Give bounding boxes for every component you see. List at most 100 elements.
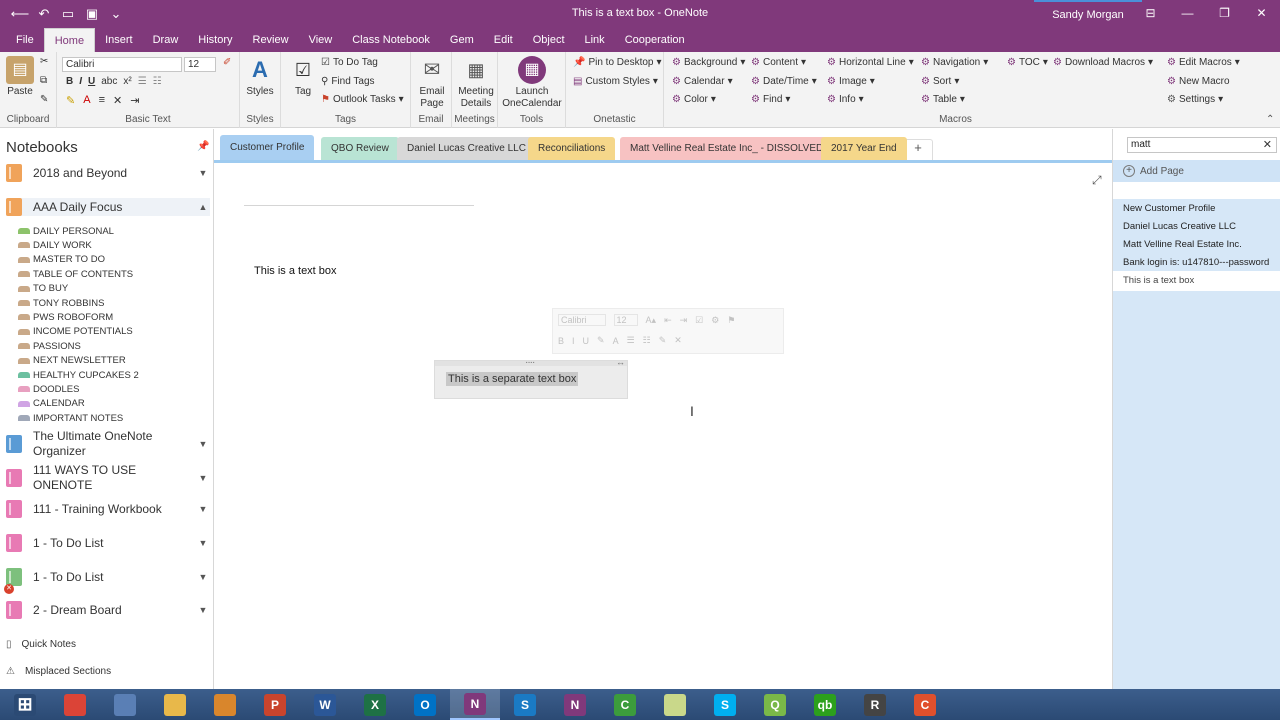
toc-macro-button[interactable]: ⚙ TOC ▾ <box>1007 57 1048 68</box>
taskbar-camtasia[interactable]: C <box>600 689 650 720</box>
format-painter-icon[interactable]: ✎ <box>659 335 667 346</box>
chevron-down-icon[interactable]: ▼ <box>196 504 210 514</box>
image-macro-button[interactable]: ⚙ Image ▾ <box>827 76 875 87</box>
page-canvas[interactable]: ⤢ This is a text box Calibri 12 A▴ ⇤ ⇥ ☑… <box>214 160 1112 689</box>
notebook-item[interactable]: 111 - Training Workbook ▼ <box>6 500 210 518</box>
paste-button[interactable]: ▤ Paste <box>6 56 34 98</box>
section-tab[interactable]: QBO Review <box>321 137 399 160</box>
find-macro-button[interactable]: ⚙ Find ▾ <box>751 94 790 105</box>
font-color-icon[interactable]: A <box>83 94 90 107</box>
chevron-up-icon[interactable]: ▲ <box>196 202 210 212</box>
section-tab[interactable]: Daniel Lucas Creative LLC <box>397 137 536 160</box>
table-macro-button[interactable]: ⚙ Table ▾ <box>921 94 965 105</box>
section-item[interactable]: DAILY WORK <box>18 238 92 252</box>
section-item[interactable]: INCOME POTENTIALS <box>18 325 133 339</box>
notebook-item[interactable]: 1 - To Do List ▼ <box>6 534 210 552</box>
taskbar-powerpoint[interactable]: P <box>250 689 300 720</box>
bold-icon[interactable]: B <box>66 76 73 87</box>
taskbar-start[interactable]: ⊞ <box>0 689 50 720</box>
expand-icon[interactable]: ⤢ <box>1092 173 1102 188</box>
section-item[interactable]: HEALTHY CUPCAKES 2 <box>18 368 139 382</box>
tab-draw[interactable]: Draw <box>143 28 189 52</box>
section-item[interactable]: IMPORTANT NOTES <box>18 411 123 425</box>
notebook-item[interactable]: The Ultimate OneNote Organizer ▼ <box>6 429 210 459</box>
taskbar-folder[interactable] <box>650 689 700 720</box>
format-painter-icon[interactable]: ✎ <box>40 94 48 105</box>
section-item[interactable]: NEXT NEWSLETTER <box>18 354 126 368</box>
collapse-ribbon-icon[interactable]: ⌃ <box>1266 114 1274 125</box>
taskbar-paint[interactable] <box>200 689 250 720</box>
taskbar-chrome[interactable] <box>50 689 100 720</box>
page-list-item[interactable]: Daniel Lucas Creative LLC <box>1113 217 1280 235</box>
add-page-button[interactable]: + Add Page <box>1113 160 1280 182</box>
checkbox-icon[interactable]: ☑ <box>695 315 703 326</box>
strikethrough-icon[interactable]: abc <box>101 76 117 87</box>
flag-icon[interactable]: ⚑ <box>727 315 735 326</box>
italic-icon[interactable]: I <box>572 336 575 346</box>
tab-review[interactable]: Review <box>243 28 299 52</box>
copy-icon[interactable]: ⧉ <box>40 75 47 86</box>
notebook-item[interactable]: 1 - To Do List ▼ <box>6 568 210 586</box>
taskbar-recorder[interactable]: R <box>850 689 900 720</box>
ribbon-display-options-icon[interactable]: ⊟ <box>1132 0 1169 26</box>
selected-text-box[interactable]: ···· ↔ This is a separate text box <box>434 357 628 399</box>
section-item[interactable]: TO BUY <box>18 282 68 296</box>
notebook-item[interactable]: 111 WAYS TO USE ONENOTE ▼ <box>6 463 210 493</box>
taskbar-file-explorer[interactable] <box>150 689 200 720</box>
notebook-item[interactable]: 2018 and Beyond ▼ <box>6 164 210 182</box>
find-tags-button[interactable]: ⚲ Find Tags <box>321 76 375 87</box>
section-tab[interactable]: 2017 Year End <box>821 137 907 160</box>
section-item[interactable]: DAILY PERSONAL <box>18 224 114 238</box>
bullets-icon[interactable]: ☰ <box>627 335 635 346</box>
to-do-tag-button[interactable]: ☑ To Do Tag <box>321 57 378 68</box>
selected-text[interactable]: This is a separate text box <box>446 372 579 386</box>
minimize-button[interactable]: — <box>1169 0 1206 26</box>
subscript-icon[interactable]: x² <box>123 76 131 87</box>
section-tab[interactable]: Matt Velline Real Estate Inc_ - DISSOLVE… <box>620 137 834 160</box>
sort-macro-button[interactable]: ⚙ Sort ▾ <box>921 76 959 87</box>
maximize-button[interactable]: ❐ <box>1206 0 1243 26</box>
taskbar-skype[interactable]: S <box>700 689 750 720</box>
email-page-button[interactable]: ✉ Email Page <box>418 56 446 110</box>
highlight-icon[interactable]: ✎ <box>597 335 605 346</box>
section-item[interactable]: PWS ROBOFORM <box>18 310 113 324</box>
settings-button[interactable]: ⚙ Settings ▾ <box>1167 94 1223 105</box>
indent-icon[interactable]: ⇥ <box>130 94 139 107</box>
tag-button[interactable]: ☑ Tag <box>289 56 317 98</box>
tab-class-notebook[interactable]: Class Notebook <box>342 28 440 52</box>
chevron-down-icon[interactable]: ▼ <box>196 538 210 548</box>
outlook-tasks-button[interactable]: ⚑ Outlook Tasks ▾ <box>321 94 404 105</box>
page-list-item[interactable]: Bank login is: u147810---password <box>1113 253 1280 271</box>
bullets-icon[interactable]: ☰ <box>138 76 147 87</box>
custom-styles-button[interactable]: ▤ Custom Styles ▾ <box>573 76 658 87</box>
font-size-box[interactable]: 12 <box>184 57 216 72</box>
mini-font-name[interactable]: Calibri <box>558 314 606 326</box>
background-macro-button[interactable]: ⚙ Background ▾ <box>672 57 745 68</box>
taskbar-onenote-2016[interactable]: N <box>550 689 600 720</box>
edit-macros-button[interactable]: ⚙ Edit Macros ▾ <box>1167 57 1240 68</box>
tab-insert[interactable]: Insert <box>95 28 143 52</box>
meeting-details-button[interactable]: ▦ Meeting Details <box>456 56 496 110</box>
page-list-item[interactable]: New Customer Profile <box>1113 199 1280 217</box>
resize-handle-icon[interactable]: ↔ <box>616 357 625 367</box>
align-icon[interactable]: ≡ <box>99 94 105 107</box>
tab-home[interactable]: Home <box>43 28 96 52</box>
taskbar-calculator[interactable] <box>100 689 150 720</box>
font-name-box[interactable]: Calibri <box>62 57 182 72</box>
indent-icon[interactable]: ⇤ <box>664 315 672 326</box>
taskbar-word[interactable]: W <box>300 689 350 720</box>
chevron-down-icon[interactable]: ▼ <box>196 473 210 483</box>
grow-font-icon[interactable]: A▴ <box>646 315 657 326</box>
numbering-icon[interactable]: ☷ <box>153 76 162 87</box>
calendar-macro-button[interactable]: ⚙ Calendar ▾ <box>672 76 733 87</box>
taskbar-quickbooks[interactable]: Q <box>750 689 800 720</box>
taskbar-camtasia-recorder[interactable]: C <box>900 689 950 720</box>
bold-icon[interactable]: B <box>558 336 564 346</box>
cut-icon[interactable]: ✂ <box>40 56 48 67</box>
quick-notes-item[interactable]: ▯ Quick Notes <box>6 639 76 650</box>
download-macros-button[interactable]: ⚙ Download Macros ▾ <box>1053 57 1153 68</box>
taskbar-outlook[interactable]: O <box>400 689 450 720</box>
tag-icon[interactable]: ⚙ <box>711 315 719 326</box>
font-color-icon[interactable]: A <box>613 336 619 346</box>
underline-icon[interactable]: U <box>583 336 590 346</box>
